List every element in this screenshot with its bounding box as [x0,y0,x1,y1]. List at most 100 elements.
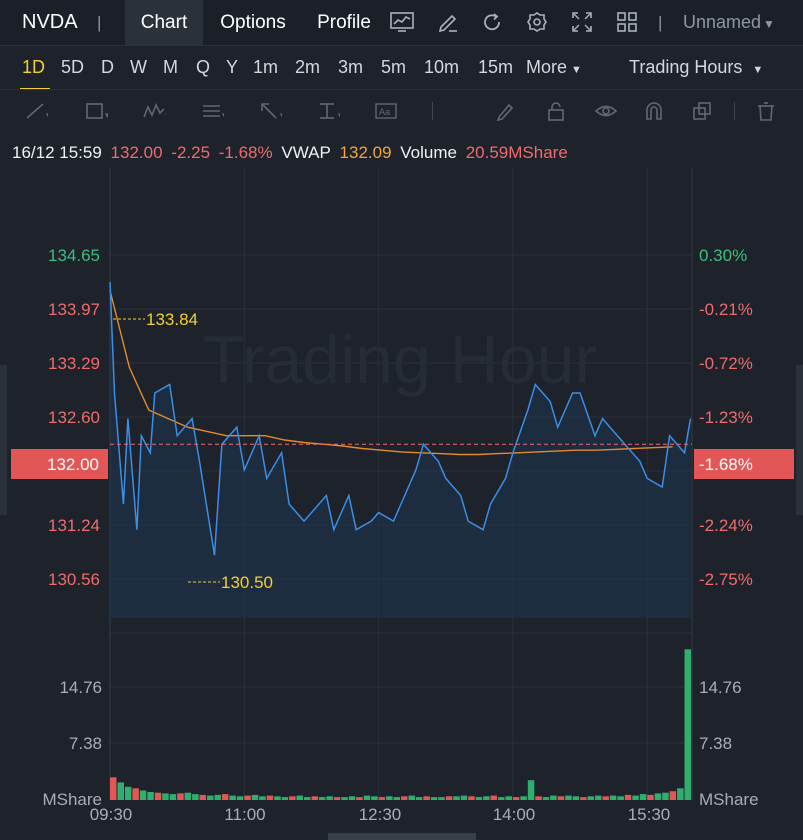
svg-text:▾: ▾ [338,110,340,120]
quote-change-pct: -1.68% [218,143,273,162]
volume-bar [609,795,617,800]
volume-bar [386,796,393,800]
text-tool-icon[interactable]: Aa▾ [374,101,398,121]
volume-bar [677,788,684,800]
toolbar-separator [432,102,433,120]
volume-bar [639,794,647,800]
volume-tick: 14.76 [699,678,742,697]
volume-bar [177,793,184,800]
volume-bar [169,794,177,800]
volume-bar [221,794,229,800]
layout-selector[interactable]: Unnamed ▼ [683,12,775,33]
drawing-toolbar: ▾ ▾ ▾ ▾ ▾ ▾ Aa▾ [0,90,803,132]
lock-icon[interactable] [544,101,568,121]
quote-datetime: 16/12 15:59 [12,143,102,162]
pct-tick: -2.75% [699,570,753,589]
price-tick: 133.29 [48,354,100,373]
more-periods-dropdown[interactable]: More ▼ [526,57,582,78]
arrow-tool-icon[interactable]: ▾ [258,101,282,121]
svg-text:▾: ▾ [105,110,108,120]
line-tool-icon[interactable]: ▾ [24,101,48,121]
volume-bar [348,796,356,800]
time-tick: 12:30 [359,805,402,824]
period-q[interactable]: Q [196,57,210,78]
refresh-icon[interactable] [480,10,504,34]
period-15m[interactable]: 15m [478,57,513,78]
vwap-label: VWAP [281,143,331,162]
volume-bar [535,796,542,800]
period-d[interactable]: D [101,57,114,78]
quote-change: -2.25 [171,143,211,162]
settings-icon[interactable] [525,10,549,34]
period-w[interactable]: W [130,57,147,78]
volume-bar [617,796,624,800]
volume-bar [684,649,691,800]
volume-bar [408,795,415,800]
tab-profile[interactable]: Profile [303,0,385,45]
volume-bar [550,795,557,800]
volume-bar [460,795,468,800]
volume-bar [632,795,639,800]
tab-options[interactable]: Options [205,0,301,45]
pen-icon[interactable] [494,101,518,121]
volume-bar [289,796,296,800]
volume-bar [333,797,341,800]
volume-bar [266,795,274,800]
current-pct-label: -1.68% [699,455,753,474]
volume-bar [244,795,251,800]
layers-icon[interactable] [690,101,714,121]
price-tick: 131.24 [48,516,100,535]
wave-tool-icon[interactable]: ▾ [142,101,166,121]
volume-bar [595,795,602,800]
trash-icon[interactable] [754,101,778,121]
current-price-label: 132.00 [47,455,99,474]
volume-bar [557,796,565,800]
high-marker-label: 133.84 [146,310,198,329]
time-tick: 09:30 [90,805,133,824]
chart-line-icon[interactable] [390,10,414,34]
period-1d[interactable]: 1D [22,57,45,78]
pct-tick: -0.21% [699,300,753,319]
svg-text:▾: ▾ [46,110,48,120]
magnet-icon[interactable] [642,101,666,121]
rectangle-tool-icon[interactable]: ▾ [84,101,108,121]
volume-tick: 14.76 [59,678,102,697]
time-scroll-handle [328,833,476,840]
volume-bar [401,796,408,800]
measure-tool-icon[interactable]: ▾ [316,101,340,121]
volume-bar [430,797,438,800]
svg-text:Aa: Aa [379,107,390,117]
price-tick: 134.65 [48,246,100,265]
volume-bars [110,649,691,800]
volume-bar [236,796,244,800]
period-5m[interactable]: 5m [381,57,406,78]
tab-chart[interactable]: Chart [125,0,203,45]
svg-text:▾: ▾ [222,110,224,120]
volume-bar [520,796,527,800]
grid-icon[interactable] [615,10,639,34]
fib-tool-icon[interactable]: ▾ [200,101,224,121]
pct-tick: -1.23% [699,408,753,427]
pct-tick: 0.30% [699,246,747,265]
volume-bar [124,786,132,800]
period-m[interactable]: M [163,57,178,78]
period-2m[interactable]: 2m [295,57,320,78]
edit-icon[interactable] [436,10,460,34]
volume-bar [378,797,386,800]
period-10m[interactable]: 10m [424,57,459,78]
volume-bar [445,796,453,800]
time-tick: 14:00 [493,805,536,824]
volume-bar [647,794,654,800]
trading-hours-dropdown[interactable]: Trading Hours ▼ [629,57,763,78]
eye-icon[interactable] [594,101,618,121]
period-1m[interactable]: 1m [253,57,278,78]
period-y[interactable]: Y [226,57,238,78]
period-3m[interactable]: 3m [338,57,363,78]
volume-bar [602,796,609,800]
expand-icon[interactable] [570,10,594,34]
period-5d[interactable]: 5D [61,57,84,78]
price-chart[interactable]: Trading Hour 134.65 133.97 133.29 132.60… [0,168,803,840]
volume-bar [415,797,423,800]
volume-bar [356,797,363,800]
volume-bar [326,796,333,800]
